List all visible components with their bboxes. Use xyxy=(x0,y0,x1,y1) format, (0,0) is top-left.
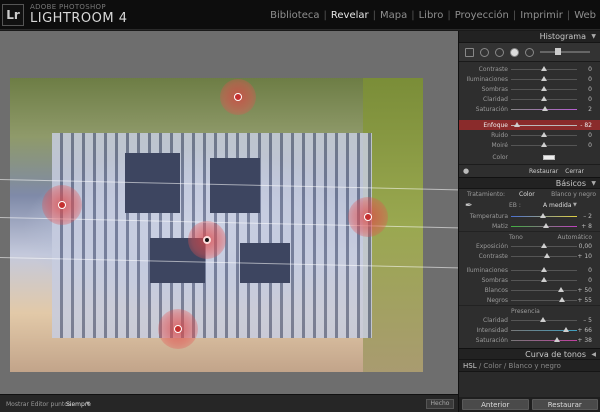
module-nav: Biblioteca | Revelar | Mapa | Libro | Proyec… xyxy=(266,10,600,21)
nav-revelar[interactable]: Revelar xyxy=(327,10,373,21)
treatment-row: Tratamiento: Color Blanco y negro xyxy=(467,191,596,198)
graduated-filter-tool-icon[interactable] xyxy=(510,47,519,57)
lr-logo: Lr xyxy=(2,4,24,26)
nav-proyeccion[interactable]: Proyección xyxy=(451,10,513,21)
color-swatch[interactable] xyxy=(543,155,555,160)
eyedropper-icon[interactable]: ✒ xyxy=(465,201,473,211)
local-adjust-section: Contraste 0 Iluminaciones 0 Sombras 0 Clari… xyxy=(459,62,600,177)
slider-row-saturacion[interactable]: Saturación 2 xyxy=(459,104,600,114)
nav-web[interactable]: Web xyxy=(570,10,600,21)
slider-row-iluminaciones-basic[interactable]: Iluminaciones 0 xyxy=(459,265,600,275)
tone-row: Tono Automático xyxy=(459,231,600,241)
previous-button[interactable]: Anterior xyxy=(462,399,529,410)
wb-select[interactable]: A medida xyxy=(543,202,572,209)
slider-row-blancos[interactable]: Blancos + 50 xyxy=(459,285,600,295)
bw-tab[interactable]: Blanco y negro xyxy=(509,362,561,370)
slider-row-claridad[interactable]: Claridad 0 xyxy=(459,94,600,104)
nav-libro[interactable]: Libro xyxy=(415,10,448,21)
slider-row-exposicion[interactable]: Exposición 0,00 xyxy=(459,241,600,251)
presence-row: Presencia xyxy=(459,305,600,315)
adjustment-pin-selected[interactable] xyxy=(188,221,226,259)
image-canvas[interactable] xyxy=(0,31,458,394)
slider-row-negros[interactable]: Negros + 55 xyxy=(459,295,600,305)
color-tab[interactable]: Color xyxy=(483,362,501,370)
red-eye-tool-icon[interactable] xyxy=(495,47,504,57)
tone-curve-header[interactable]: Curva de tonos ◀ xyxy=(459,348,600,360)
slider-row-sombras[interactable]: Sombras 0 xyxy=(459,84,600,94)
histogram-header[interactable]: Histograma ▼ xyxy=(459,31,600,43)
tone-auto-button[interactable]: Automático xyxy=(558,234,592,241)
slider-row-matiz[interactable]: Matiz + 8 xyxy=(459,221,600,231)
chevron-down-icon[interactable]: ▼ xyxy=(86,401,90,407)
top-header: Lr ADOBE PHOTOSHOP LIGHTROOM 4 Bibliotec… xyxy=(0,0,600,30)
reset-button[interactable]: Restaurar xyxy=(531,399,598,410)
slider-row-ruido[interactable]: Ruido 0 xyxy=(459,130,600,140)
basic-header[interactable]: Básicos ▼ xyxy=(459,177,600,189)
tool-amount-slider[interactable] xyxy=(540,48,590,55)
nav-mapa[interactable]: Mapa xyxy=(376,10,411,21)
basic-section: Tratamiento: Color Blanco y negro ✒ EB :… xyxy=(459,189,600,348)
brand-title: LIGHTROOM 4 xyxy=(30,11,128,26)
slider-row-temperatura[interactable]: Temperatura – 2 xyxy=(459,211,600,221)
local-restore-button[interactable]: Restaurar xyxy=(529,168,558,175)
nav-imprimir[interactable]: Imprimir xyxy=(516,10,567,21)
hsl-tab[interactable]: HSL xyxy=(463,362,477,370)
slider-row-contraste[interactable]: Contraste 0 xyxy=(459,64,600,74)
histogram-title: Histograma xyxy=(539,32,586,41)
chevron-down-icon[interactable]: ▼ xyxy=(573,202,577,208)
adjustment-pin[interactable] xyxy=(220,79,256,115)
slider-row-enfoque[interactable]: Enfoque - 82 xyxy=(459,120,600,130)
tool-strip xyxy=(459,43,600,62)
treatment-bw-option[interactable]: Blanco y negro xyxy=(551,191,596,198)
local-close-button[interactable]: Cerrar xyxy=(565,168,584,175)
treatment-color-option[interactable]: Color xyxy=(519,191,535,198)
hsl-header[interactable]: HSL / Color / Blanco y negro xyxy=(459,360,600,372)
slider-row-iluminaciones[interactable]: Iluminaciones 0 xyxy=(459,74,600,84)
collapse-triangle-icon[interactable]: ▼ xyxy=(591,31,596,43)
slider-row-moire[interactable]: Moiré 0 xyxy=(459,140,600,150)
adjustment-pin[interactable] xyxy=(348,197,388,237)
adjustment-brush-tool-icon[interactable] xyxy=(525,47,534,57)
lightroom-window: Lr ADOBE PHOTOSHOP LIGHTROOM 4 Bibliotec… xyxy=(0,0,600,412)
nav-biblioteca[interactable]: Biblioteca xyxy=(266,10,323,21)
color-row: Color xyxy=(459,150,600,164)
local-adjust-actions: ● Restaurar Cerrar xyxy=(459,164,600,177)
slider-row-sombras-basic[interactable]: Sombras 0 xyxy=(459,275,600,285)
bottom-toolbar: Mostrar Editor puntos: Siempre ▼ Hecho xyxy=(0,394,458,412)
show-pins-label: Mostrar Editor puntos: xyxy=(6,401,74,408)
right-panel: Histograma ▼ Contraste 0 Iluminaciones 0 S… xyxy=(458,31,600,412)
panel-bottom-buttons: Anterior Restaurar xyxy=(459,397,600,412)
adjustment-pin[interactable] xyxy=(42,185,82,225)
pin-toggle-icon[interactable]: ● xyxy=(463,167,469,175)
spot-removal-tool-icon[interactable] xyxy=(480,47,489,57)
adjustment-pin[interactable] xyxy=(158,309,198,349)
crop-tool-icon[interactable] xyxy=(465,47,474,57)
basic-title: Básicos xyxy=(555,179,586,188)
slider-row-intensidad[interactable]: Intensidad + 66 xyxy=(459,325,600,335)
tone-curve-title: Curva de tonos xyxy=(525,350,586,359)
brand-subtitle: ADOBE PHOTOSHOP xyxy=(30,3,106,11)
white-balance-row: ✒ EB : A medida ▼ xyxy=(465,201,577,211)
slider-row-claridad-basic[interactable]: Claridad – 5 xyxy=(459,315,600,325)
done-button[interactable]: Hecho xyxy=(426,399,454,409)
slider-row-saturacion-basic[interactable]: Saturación + 38 xyxy=(459,335,600,345)
slider-row-contraste-basic[interactable]: Contraste + 10 xyxy=(459,251,600,261)
